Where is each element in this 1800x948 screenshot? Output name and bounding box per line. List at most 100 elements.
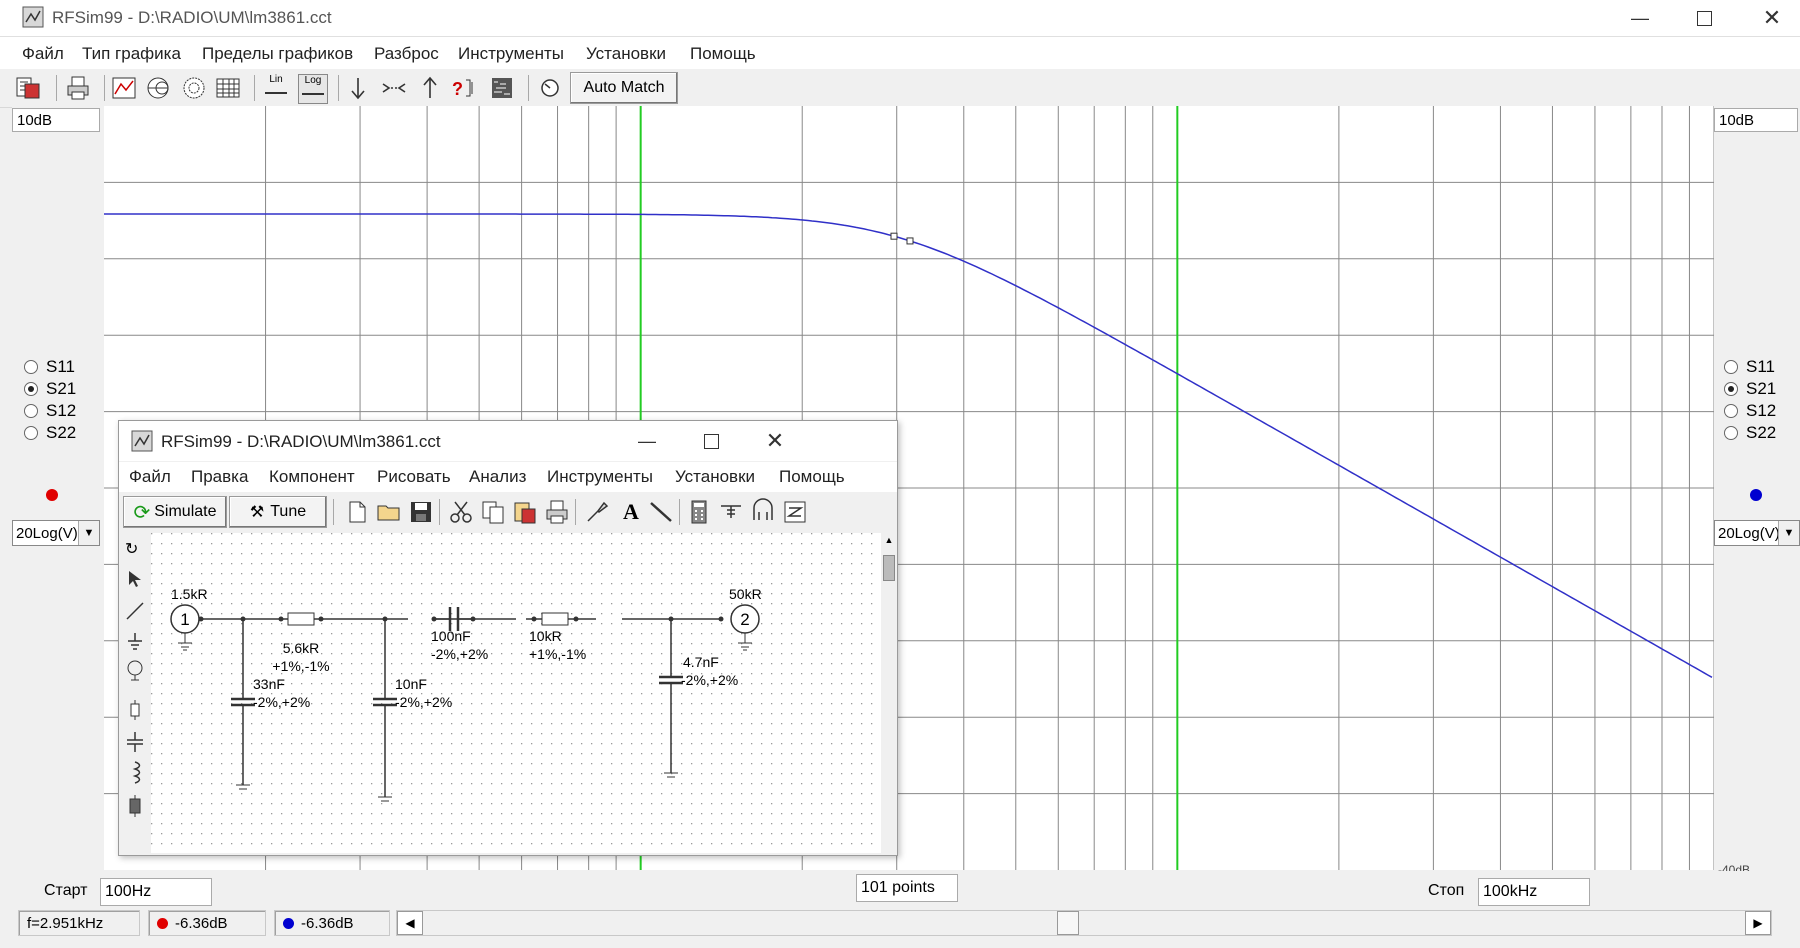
child-menu-analysis[interactable]: Анализ (469, 467, 526, 487)
arrow-up-icon[interactable] (416, 74, 444, 102)
start-frequency-input[interactable]: 100Hz (100, 878, 212, 906)
chevron-down-icon: ▼ (1778, 521, 1799, 545)
scroll-thumb[interactable] (883, 555, 895, 581)
paste-schematic-icon[interactable] (14, 74, 42, 102)
polar-chart-icon[interactable] (180, 74, 208, 102)
table-icon[interactable] (214, 74, 242, 102)
child-menu-component[interactable]: Компонент (269, 467, 355, 487)
capacitor-icon[interactable] (124, 731, 146, 753)
right-radio-s12[interactable]: S12 (1724, 400, 1776, 422)
left-format-select[interactable]: 20Log(V) ▼ (12, 520, 100, 546)
simulate-button[interactable]: ⟳ Simulate (123, 496, 227, 528)
maximize-icon (703, 433, 719, 449)
wire-tool-icon[interactable] (647, 498, 675, 526)
curve-marker-b[interactable] (906, 237, 914, 245)
left-radio-s12[interactable]: S12 (24, 400, 76, 422)
arrow-down-icon[interactable] (344, 74, 372, 102)
left-scale-field[interactable]: 10dB (12, 108, 100, 132)
child-menu-tools[interactable]: Инструменты (547, 467, 653, 487)
resistor-icon[interactable] (127, 699, 143, 721)
child-maximize-button[interactable] (683, 421, 739, 461)
schematic-toolbar: ⟳ Simulate ⚒ Tune A (119, 493, 897, 531)
child-minimize-button[interactable]: — (619, 421, 675, 461)
port-1-number: 1 (180, 610, 189, 629)
right-radio-s21[interactable]: S21 (1724, 378, 1776, 400)
tune-knob-icon[interactable] (536, 74, 564, 102)
child-close-button[interactable]: ✕ (747, 421, 803, 461)
child-menu-draw[interactable]: Рисовать (377, 467, 451, 487)
menu-settings[interactable]: Установки (586, 44, 666, 64)
marker-red-dot-icon[interactable] (46, 489, 58, 501)
child-menu-file[interactable]: Файл (129, 467, 171, 487)
print-icon[interactable] (64, 74, 92, 102)
help-icon[interactable]: ? (450, 74, 478, 102)
print-icon[interactable] (543, 498, 571, 526)
chevron-left-icon: ◀ (405, 916, 415, 930)
schematic-canvas[interactable]: 1 1.5kR 2 50kR 33nF -2%,+2% 5.6kR +1%,-1… (151, 533, 889, 853)
minimize-button[interactable]: — (1612, 0, 1668, 36)
auto-match-button[interactable]: Auto Match (570, 72, 678, 104)
line-tool-icon[interactable] (125, 601, 145, 621)
scroll-right-button[interactable]: ▶ (1745, 911, 1771, 935)
paste-icon[interactable] (511, 498, 539, 526)
points-input[interactable]: 101 points (856, 874, 958, 902)
menu-file[interactable]: Файл (22, 44, 64, 64)
scroll-left-button[interactable]: ◀ (397, 911, 423, 935)
marker-blue-dot-icon[interactable] (1750, 489, 1762, 501)
menu-graph-limits[interactable]: Пределы графиков (202, 44, 353, 64)
child-menu-edit[interactable]: Правка (191, 467, 248, 487)
calculator-icon[interactable] (685, 498, 713, 526)
close-button[interactable]: ✕ (1744, 0, 1800, 36)
maximize-button[interactable] (1676, 0, 1732, 36)
menu-help[interactable]: Помощь (690, 44, 756, 64)
rotate-icon[interactable]: ↻ (125, 539, 138, 559)
right-scale-field[interactable]: 10dB (1714, 108, 1798, 132)
filter-icon[interactable] (749, 498, 777, 526)
schematic-drawing[interactable]: 1 1.5kR 2 50kR 33nF -2%,+2% 5.6kR +1%,-1… (151, 533, 881, 853)
log-scale-icon[interactable]: Log (298, 74, 328, 104)
chevron-up-icon: ▲ (884, 535, 894, 545)
copy-icon[interactable] (479, 498, 507, 526)
scroll-thumb[interactable] (1057, 911, 1079, 935)
cut-icon[interactable] (447, 498, 475, 526)
pointer-icon[interactable] (127, 569, 143, 589)
probe-icon[interactable] (583, 498, 611, 526)
menu-graph-type[interactable]: Тип графика (82, 44, 181, 64)
transmission-line-icon[interactable] (717, 498, 745, 526)
c2-value: 10nF (395, 676, 427, 692)
frequency-scrollbar[interactable]: ◀ ▶ (396, 910, 1772, 936)
open-folder-icon[interactable] (375, 498, 403, 526)
lin-scale-icon[interactable]: Lin (262, 74, 290, 102)
noise-icon[interactable] (488, 74, 516, 102)
new-file-icon[interactable] (343, 498, 371, 526)
marker-red-dot-icon (157, 918, 168, 929)
ground-icon[interactable] (125, 631, 145, 651)
text-tool-icon[interactable]: A (617, 498, 645, 526)
schematic-vertical-scrollbar[interactable]: ▲ (881, 533, 897, 853)
curve-marker-a[interactable] (890, 232, 898, 240)
schematic-window[interactable]: RFSim99 - D:\RADIO\UM\lm3861.cct — ✕ Фай… (118, 420, 898, 856)
left-radio-s22[interactable]: S22 (24, 422, 76, 444)
stop-frequency-input[interactable]: 100kHz (1478, 878, 1590, 906)
menu-tools[interactable]: Инструменты (458, 44, 564, 64)
right-radio-s11[interactable]: S11 (1724, 356, 1775, 378)
menu-spread[interactable]: Разброс (374, 44, 439, 64)
port-icon[interactable] (124, 659, 146, 681)
left-radio-s11[interactable]: S11 (24, 356, 75, 378)
inductor-icon[interactable] (127, 761, 143, 785)
left-radio-s21[interactable]: S21 (24, 378, 76, 400)
right-radio-s22[interactable]: S22 (1724, 422, 1776, 444)
scroll-up-button[interactable]: ▲ (883, 535, 895, 549)
tune-button[interactable]: ⚒ Tune (229, 496, 327, 528)
component-wizard-icon[interactable] (781, 498, 809, 526)
rect-graph-icon[interactable] (110, 74, 138, 102)
port-2-number: 2 (740, 610, 749, 629)
save-icon[interactable] (407, 498, 435, 526)
child-menu-settings[interactable]: Установки (675, 467, 755, 487)
child-menu-help[interactable]: Помощь (779, 467, 845, 487)
right-format-select[interactable]: 20Log(V) ▼ (1714, 520, 1800, 546)
smith-chart-icon[interactable] (144, 74, 172, 102)
compress-icon[interactable] (380, 74, 408, 102)
crystal-icon[interactable] (126, 795, 144, 817)
main-title-bar: RFSim99 - D:\RADIO\UM\lm3861.cct — ✕ (0, 0, 1800, 37)
